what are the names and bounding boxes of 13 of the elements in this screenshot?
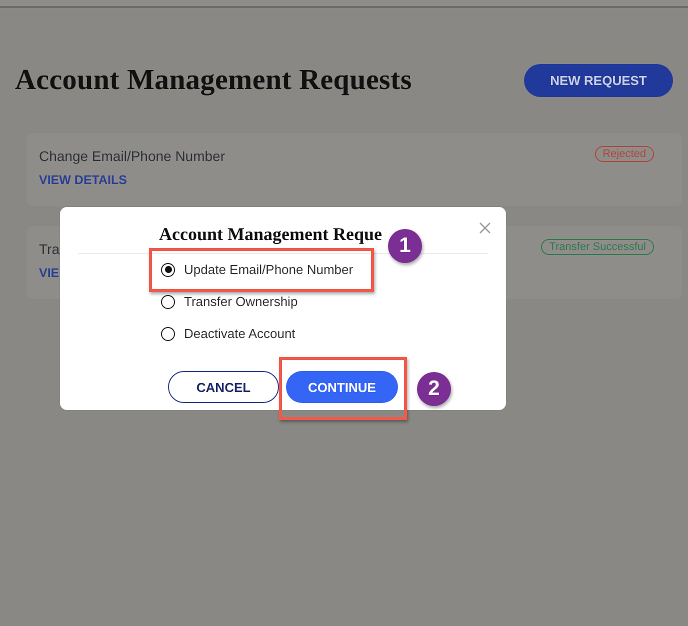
cancel-button[interactable]: CANCEL: [168, 371, 279, 403]
status-badge: Transfer Successful: [541, 239, 654, 255]
page-title: Account Management Requests: [15, 64, 412, 97]
status-badge: Rejected: [594, 146, 654, 162]
radio-option[interactable]: Transfer Ownership: [161, 294, 298, 309]
close-icon[interactable]: [479, 222, 491, 234]
request-title: Change Email/Phone Number: [39, 148, 225, 164]
continue-button[interactable]: CONTINUE: [286, 371, 398, 403]
radio-option[interactable]: Deactivate Account: [161, 326, 296, 341]
radio-option[interactable]: Update Email/Phone Number: [161, 262, 354, 277]
request-title: Tra: [39, 241, 60, 257]
dialog-title: Account Management Reque: [159, 224, 382, 245]
new-request-button[interactable]: NEW REQUEST: [524, 64, 673, 97]
